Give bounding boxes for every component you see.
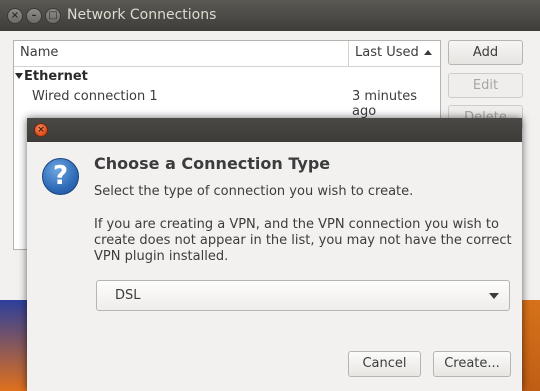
column-header-name[interactable]: Name <box>20 45 58 60</box>
dialog-info-text: If you are creating a VPN, and the VPN c… <box>94 217 512 264</box>
connection-last-used: 3 minutes ago <box>352 89 418 119</box>
connection-type-value: DSL <box>115 288 141 303</box>
desktop-wallpaper-left <box>0 300 28 391</box>
expander-down-icon[interactable] <box>15 73 23 79</box>
close-icon[interactable]: × <box>34 123 48 137</box>
group-ethernet[interactable]: Ethernet <box>14 69 314 87</box>
group-label: Ethernet <box>24 69 88 84</box>
add-button[interactable]: Add <box>448 40 523 65</box>
create-button[interactable]: Create... <box>433 351 511 377</box>
list-item[interactable]: Wired connection 1 3 minutes ago <box>14 88 440 119</box>
column-header-last-used[interactable]: Last Used <box>355 45 419 60</box>
connection-type-select[interactable]: DSL <box>96 280 510 311</box>
minimize-icon[interactable]: – <box>26 8 42 24</box>
edit-button[interactable]: Edit <box>448 73 523 98</box>
choose-connection-type-dialog: × ? Choose a Connection Type Select the … <box>27 118 522 391</box>
network-connections-titlebar: × – □ Network Connections <box>0 0 540 31</box>
sort-ascending-icon <box>424 50 432 55</box>
window-title: Network Connections <box>67 7 217 23</box>
cancel-button[interactable]: Cancel <box>348 351 421 377</box>
maximize-icon[interactable]: □ <box>45 8 61 24</box>
column-separator <box>348 41 349 67</box>
dialog-titlebar: × <box>27 118 522 142</box>
close-icon[interactable]: × <box>7 8 23 24</box>
connection-name: Wired connection 1 <box>32 89 158 104</box>
list-header: Name Last Used <box>14 41 440 67</box>
dialog-subtitle: Select the type of connection you wish t… <box>94 184 414 199</box>
dialog-heading: Choose a Connection Type <box>94 154 331 173</box>
question-icon: ? <box>42 158 79 195</box>
chevron-down-icon <box>489 293 499 299</box>
desktop-wallpaper-right <box>522 290 540 391</box>
